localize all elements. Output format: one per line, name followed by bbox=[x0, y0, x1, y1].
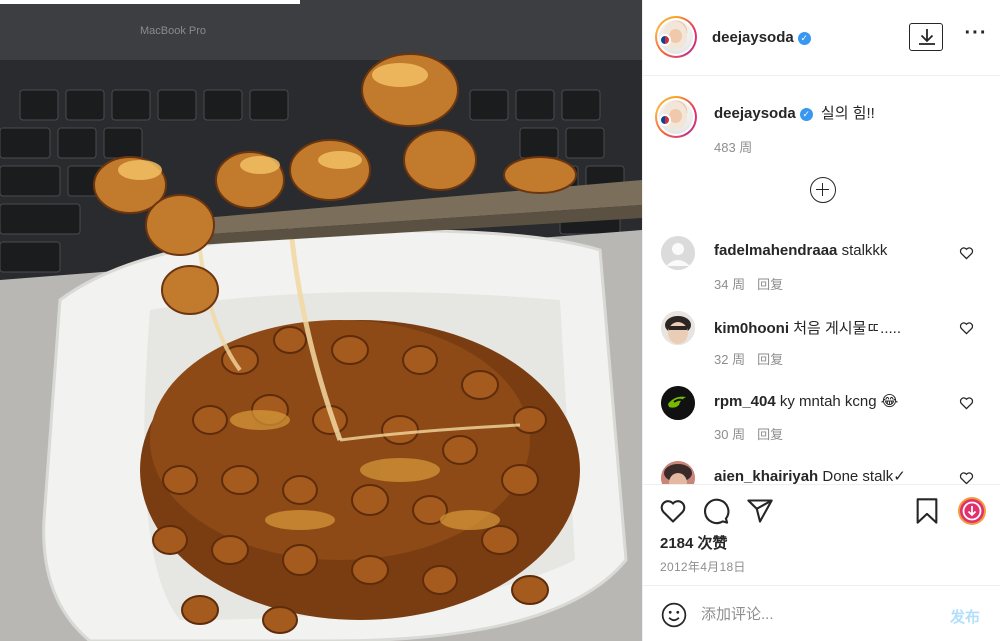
comment-body: stalkkk bbox=[841, 242, 888, 259]
commenter-avatar[interactable] bbox=[661, 461, 695, 484]
more-options-button[interactable]: ··· bbox=[961, 23, 991, 46]
post-comment-button[interactable]: 发布 bbox=[950, 606, 980, 627]
author-username-text[interactable]: deejaysoda bbox=[712, 29, 794, 46]
verified-badge-icon: ✓ bbox=[799, 108, 813, 121]
comment-item: aien_khairiyah Done stalk✓ bbox=[643, 461, 1000, 484]
comment-icon[interactable] bbox=[702, 497, 730, 525]
comment-item: fadelmahendraaa stalkkk 34 周回复 bbox=[643, 236, 1000, 306]
commenter-avatar[interactable] bbox=[661, 386, 695, 420]
commenter-username[interactable]: rpm_404 bbox=[714, 393, 776, 410]
comment-text-line: aien_khairiyah Done stalk✓ bbox=[714, 467, 906, 484]
caption-username[interactable]: deejaysoda bbox=[714, 105, 796, 122]
comment-text-line: kim0hooni 처음 게시물ㄸ..... bbox=[714, 317, 901, 338]
comments-list: fadelmahendraaa stalkkk 34 周回复 kim0hooni… bbox=[643, 222, 1000, 484]
caption-timestamp[interactable]: 483 周 bbox=[714, 137, 752, 156]
comment-timestamp[interactable]: 34 周 bbox=[714, 277, 745, 292]
comment-timestamp[interactable]: 30 周 bbox=[714, 427, 745, 442]
comment-meta: 34 周回复 bbox=[714, 274, 783, 293]
commenter-avatar[interactable] bbox=[661, 236, 695, 270]
post-actions-bar: 2184 次赞 2012年4月18日 bbox=[643, 484, 1000, 584]
comment-body: 처음 게시물ㄸ..... bbox=[793, 320, 901, 337]
user-photo-icon bbox=[661, 311, 695, 345]
comment-input[interactable] bbox=[701, 598, 931, 630]
post-detail-panel: deejaysoda ✓ ··· deejaysoda ✓ 실의 힘!! 483 周 bbox=[642, 0, 1000, 641]
download-button[interactable] bbox=[909, 23, 943, 51]
download-circle-icon[interactable] bbox=[957, 496, 987, 526]
comment-body: ky mntah kcng 😂 bbox=[779, 393, 899, 410]
comment-text-line: fadelmahendraaa stalkkk bbox=[714, 242, 887, 259]
comment-heart-icon[interactable] bbox=[959, 246, 974, 260]
caption-text: 실의 힘!! bbox=[820, 105, 875, 122]
post-photo[interactable]: MacBook Pro bbox=[0, 0, 642, 641]
author-username[interactable]: deejaysoda ✓ bbox=[712, 29, 811, 46]
author-avatar[interactable] bbox=[655, 16, 697, 58]
default-avatar-icon bbox=[661, 236, 695, 270]
natto-photo-illustration: MacBook Pro bbox=[0, 0, 642, 641]
comment-heart-icon[interactable] bbox=[959, 321, 974, 335]
caption-avatar[interactable] bbox=[655, 96, 697, 138]
comment-heart-icon[interactable] bbox=[959, 396, 974, 410]
comment-heart-icon[interactable] bbox=[959, 471, 974, 484]
user-photo-icon bbox=[661, 461, 695, 484]
heart-icon[interactable] bbox=[659, 497, 687, 525]
comment-item: rpm_404 ky mntah kcng 😂 30 周回复 bbox=[643, 386, 1000, 456]
share-icon[interactable] bbox=[746, 497, 774, 525]
post-header: deejaysoda ✓ ··· bbox=[643, 0, 1000, 76]
commenter-username[interactable]: aien_khairiyah bbox=[714, 468, 818, 484]
likes-count[interactable]: 2184 次赞 bbox=[660, 532, 728, 553]
reply-button[interactable]: 回复 bbox=[757, 277, 783, 292]
load-more-comments-button[interactable] bbox=[810, 177, 836, 203]
add-comment-bar: 发布 bbox=[643, 585, 1000, 641]
post-date[interactable]: 2012年4月18日 bbox=[660, 558, 746, 575]
bookmark-icon[interactable] bbox=[913, 497, 941, 525]
caption: deejaysoda ✓ 실의 힘!! bbox=[714, 102, 875, 123]
commenter-username[interactable]: kim0hooni bbox=[714, 320, 789, 337]
nvidia-logo-icon bbox=[661, 386, 695, 420]
comment-meta: 30 周回复 bbox=[714, 424, 783, 443]
commenter-username[interactable]: fadelmahendraaa bbox=[714, 242, 837, 259]
laptop-label: MacBook Pro bbox=[140, 25, 206, 37]
comment-item: kim0hooni 처음 게시물ㄸ..... 32 周回复 bbox=[643, 311, 1000, 381]
reply-button[interactable]: 回复 bbox=[757, 352, 783, 367]
comment-body: Done stalk✓ bbox=[822, 468, 906, 484]
emoji-icon[interactable] bbox=[661, 602, 687, 628]
more-options-icon: ··· bbox=[964, 22, 988, 44]
download-icon bbox=[919, 29, 935, 45]
comment-timestamp[interactable]: 32 周 bbox=[714, 352, 745, 367]
reply-button[interactable]: 回复 bbox=[757, 427, 783, 442]
verified-badge-icon: ✓ bbox=[797, 32, 811, 45]
comment-text-line: rpm_404 ky mntah kcng 😂 bbox=[714, 392, 898, 410]
comment-meta: 32 周回复 bbox=[714, 349, 783, 368]
commenter-avatar[interactable] bbox=[661, 311, 695, 345]
